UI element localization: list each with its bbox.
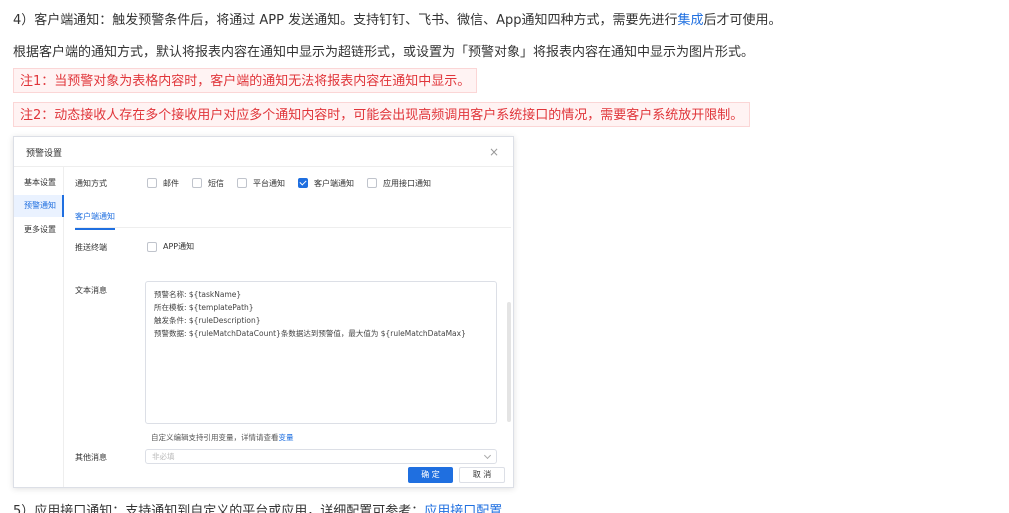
api-config-link[interactable]: 应用接口配置 [424, 504, 502, 513]
notify-method-label: 通知方式 [75, 179, 107, 188]
text-message-line: 触发条件: ${ruleDescription} [154, 316, 261, 325]
checkbox-label: 平台通知 [253, 178, 285, 188]
tab-divider [75, 227, 511, 228]
checkbox-label: 客户端通知 [314, 178, 354, 188]
side-nav-alert-notify[interactable]: 预警通知 [14, 195, 64, 217]
close-icon[interactable]: × [489, 145, 499, 159]
hint-text: 自定义编辑支持引用变量，详情请查看 [151, 433, 279, 442]
checkbox-box[interactable] [237, 178, 247, 188]
text-message-label: 文本消息 [75, 286, 107, 295]
integration-link[interactable]: 集成 [678, 13, 704, 28]
doc-paragraph-api-notify: 5）应用接口通知：支持通知到自定义的平台或应用，详细配置可参考：应用接口配置 [13, 500, 502, 513]
chevron-down-icon [483, 451, 492, 460]
doc-paragraph-client-notify: 4）客户端通知：触发预警条件后，将通过 APP 发送通知。支持钉钉、飞书、微信、… [13, 9, 782, 28]
doc-text: 后才可使用。 [703, 13, 782, 28]
checkbox-client-notify[interactable]: 客户端通知 [298, 178, 354, 189]
checkbox-box-checked[interactable] [298, 178, 308, 188]
side-nav-more-settings[interactable]: 更多设置 [14, 219, 64, 241]
text-message-line: 所在模板: ${templatePath} [154, 303, 254, 312]
notify-method-options: 邮件 短信 平台通知 客户端通知 应用接口通知 [147, 177, 444, 189]
text-message-line: 预警名称: ${taskName} [154, 290, 242, 299]
doc-text: 5）应用接口通知：支持通知到自定义的平台或应用，详细配置可参考： [13, 504, 425, 513]
doc-text: 4）客户端通知：触发预警条件后，将通过 APP 发送通知。支持钉钉、飞书、微信、… [13, 13, 678, 28]
checkbox-label: 应用接口通知 [383, 178, 431, 188]
push-terminal-label: 推送终端 [75, 243, 107, 252]
checkbox-box[interactable] [147, 178, 157, 188]
other-message-select[interactable]: 非必填 [145, 449, 497, 464]
cancel-button[interactable]: 取 消 [459, 467, 505, 483]
checkbox-platform-notify[interactable]: 平台通知 [237, 178, 285, 189]
dialog-scrollbar[interactable] [507, 302, 511, 422]
checkbox-app-notify[interactable]: APP通知 [147, 241, 194, 252]
checkbox-box[interactable] [147, 241, 157, 252]
note-1: 注1：当预警对象为表格内容时，客户端的通知无法将报表内容在通知中显示。 [13, 68, 478, 93]
settings-side-nav: 基本设置 预警通知 更多设置 [14, 167, 64, 487]
alert-settings-dialog: 预警设置 × 基本设置 预警通知 更多设置 通知方式 邮件 短信 平台通知 客户… [13, 136, 514, 488]
text-message-line: 预警数据: ${ruleMatchDataCount}条数据达到预警值，最大值为… [154, 329, 466, 338]
checkbox-label: 邮件 [163, 178, 179, 188]
checkbox-label: APP通知 [163, 242, 195, 251]
select-placeholder: 非必填 [152, 452, 175, 461]
checkbox-box[interactable] [367, 178, 377, 188]
dialog-header: 预警设置 × [14, 137, 513, 167]
variable-link[interactable]: 变量 [279, 433, 294, 442]
dialog-title: 预警设置 [26, 149, 63, 159]
note-2: 注2：动态接收人存在多个接收用户对应多个通知内容时，可能会出现高频调用客户系统接… [13, 102, 751, 127]
checkbox-sms[interactable]: 短信 [192, 178, 224, 189]
checkbox-label: 短信 [208, 178, 224, 188]
side-nav-basic-settings[interactable]: 基本设置 [14, 172, 64, 194]
other-message-label: 其他消息 [75, 453, 107, 462]
checkbox-email[interactable]: 邮件 [147, 178, 179, 189]
checkbox-box[interactable] [192, 178, 202, 188]
text-message-textarea[interactable]: 预警名称: ${taskName} 所在模板: ${templatePath} … [145, 281, 497, 424]
confirm-button[interactable]: 确 定 [408, 467, 453, 483]
checkbox-api-notify[interactable]: 应用接口通知 [367, 178, 431, 189]
doc-paragraph-display-mode: 根据客户端的通知方式，默认将报表内容在通知中显示为超链形式，或设置为「预警对象」… [13, 45, 755, 60]
variable-hint: 自定义编辑支持引用变量，详情请查看变量 [151, 432, 294, 443]
